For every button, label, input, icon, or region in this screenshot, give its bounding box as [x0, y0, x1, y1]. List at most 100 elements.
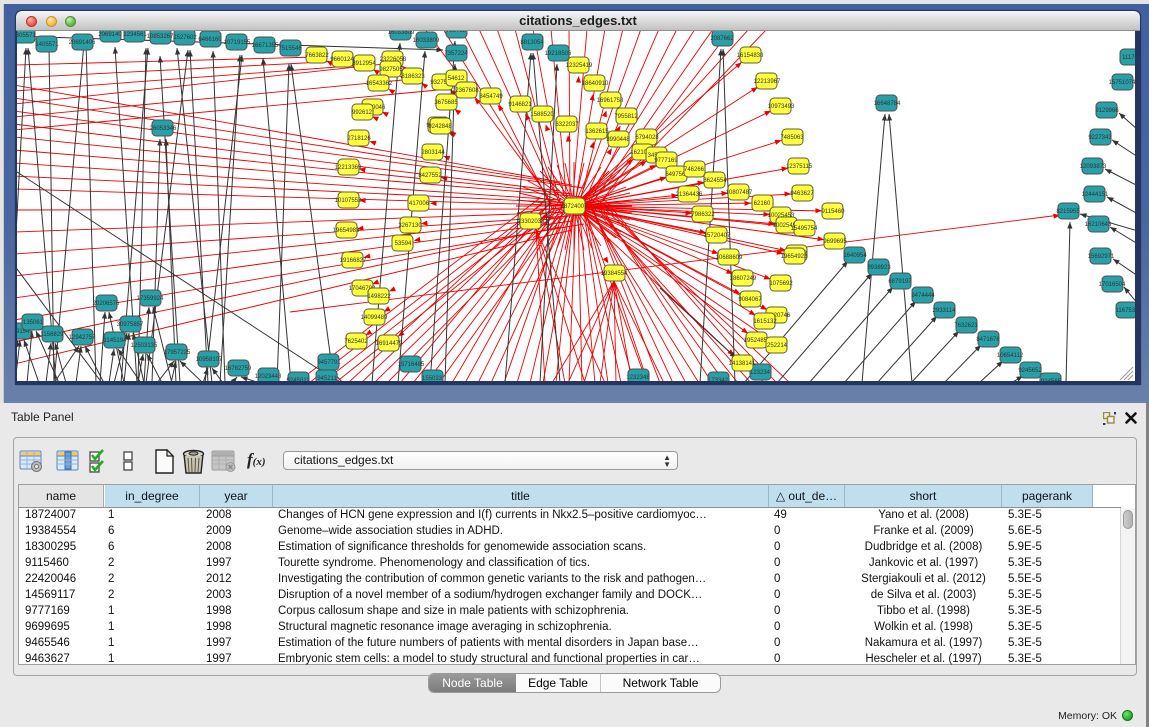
svg-text:9115460: 9115460	[822, 209, 846, 215]
svg-text:9474444: 9474444	[911, 293, 935, 299]
svg-text:16033809: 16033809	[413, 38, 440, 44]
svg-text:12375115: 12375115	[786, 164, 813, 170]
svg-text:252214: 252214	[767, 343, 788, 349]
svg-text:10107552: 10107552	[335, 198, 362, 204]
svg-text:18724007: 18724007	[561, 204, 588, 210]
svg-text:2803144: 2803144	[421, 150, 445, 156]
svg-text:7625402: 7625402	[344, 339, 368, 345]
svg-text:10973493: 10973493	[768, 104, 795, 110]
svg-text:6794028: 6794028	[635, 135, 659, 141]
svg-text:10654112: 10654112	[997, 353, 1024, 359]
svg-text:12213369: 12213369	[335, 165, 362, 171]
svg-text:8813054: 8813054	[520, 40, 544, 46]
svg-text:8454749: 8454749	[479, 94, 503, 100]
svg-text:17957225: 17957225	[164, 350, 191, 356]
svg-text:23302033: 23302033	[518, 219, 545, 225]
svg-text:9245011: 9245011	[287, 378, 311, 381]
svg-text:8215955: 8215955	[1056, 209, 1080, 215]
svg-text:2933114: 2933114	[933, 308, 957, 314]
svg-text:21364436: 21364436	[676, 192, 703, 198]
svg-text:9827505: 9827505	[379, 67, 403, 73]
svg-text:7632621: 7632621	[954, 323, 978, 329]
svg-text:1156829: 1156829	[41, 332, 65, 338]
svg-text:1498222: 1498222	[367, 294, 391, 300]
svg-text:7485063: 7485063	[780, 135, 804, 141]
svg-text:9699695: 9699695	[823, 239, 847, 245]
svg-text:12093873: 12093873	[1080, 164, 1107, 170]
svg-text:9457791: 9457791	[317, 360, 341, 366]
svg-text:6879197: 6879197	[888, 279, 912, 285]
svg-text:8990448: 8990448	[606, 137, 630, 143]
svg-text:1234561: 1234561	[123, 32, 147, 38]
svg-text:10958107: 10958107	[196, 357, 223, 363]
svg-text:15751074: 15751074	[1109, 80, 1135, 86]
svg-text:1588520: 1588520	[530, 112, 554, 118]
svg-text:1640954: 1640954	[843, 253, 867, 259]
svg-text:135061: 135061	[23, 320, 44, 326]
svg-text:10853267: 10853267	[147, 34, 174, 40]
svg-text:16543362: 16543362	[366, 81, 393, 87]
svg-text:417006: 417006	[409, 201, 430, 207]
svg-text:12213967: 12213967	[754, 79, 781, 85]
svg-text:18607249: 18607249	[730, 276, 757, 282]
svg-text:9146821: 9146821	[508, 102, 532, 108]
svg-text:20206576: 20206576	[93, 301, 120, 307]
svg-text:16033809: 16033809	[388, 31, 415, 36]
svg-text:10807487: 10807487	[726, 190, 753, 196]
svg-text:945211: 945211	[317, 376, 337, 381]
svg-text:14099489: 14099489	[361, 315, 388, 321]
svg-text:2718126: 2718126	[347, 136, 371, 142]
svg-text:9227343: 9227343	[1088, 135, 1112, 141]
svg-text:7357224: 7357224	[444, 51, 468, 57]
svg-text:16961758: 16961758	[597, 98, 624, 104]
svg-text:12023448: 12023448	[255, 374, 282, 380]
svg-text:2069140: 2069140	[98, 32, 122, 38]
svg-text:17359924: 17359924	[137, 296, 164, 302]
svg-text:19654923: 19654923	[781, 254, 808, 260]
svg-text:16154838: 16154838	[737, 53, 764, 59]
svg-text:14138141: 14138141	[729, 361, 756, 367]
svg-text:16648784: 16648784	[874, 101, 901, 107]
svg-text:12942757: 12942757	[69, 335, 96, 341]
svg-text:15720407: 15720407	[704, 233, 731, 239]
svg-text:3675685: 3675685	[434, 100, 458, 106]
svg-text:1167533: 1167533	[1116, 308, 1135, 314]
svg-text:746266: 746266	[684, 167, 705, 173]
svg-text:735722: 735722	[446, 31, 467, 34]
svg-text:3267130: 3267130	[398, 223, 422, 229]
svg-text:992612: 992612	[352, 110, 373, 116]
svg-text:155033: 155033	[422, 376, 443, 381]
svg-text:53594: 53594	[395, 241, 412, 247]
svg-text:8186323: 8186323	[401, 74, 425, 80]
svg-text:54612: 54612	[448, 76, 465, 82]
svg-text:9129966: 9129966	[1095, 108, 1119, 114]
svg-text:1145194: 1145194	[104, 338, 128, 344]
svg-text:15495754: 15495754	[791, 226, 818, 232]
svg-text:2305571: 2305571	[17, 33, 36, 39]
svg-text:1527602: 1527602	[173, 35, 197, 41]
svg-text:26053346: 26053346	[150, 126, 177, 132]
svg-text:9245652: 9245652	[1018, 368, 1042, 374]
svg-text:12503135: 12503135	[131, 343, 158, 349]
svg-text:19654983: 19654983	[333, 228, 360, 234]
svg-text:9463627: 9463627	[790, 191, 814, 197]
svg-text:9777169: 9777169	[654, 158, 678, 164]
svg-text:10688609: 10688609	[716, 255, 743, 261]
svg-text:17016504: 17016504	[1099, 282, 1126, 288]
svg-text:30975857: 30975857	[117, 322, 144, 328]
svg-text:173342: 173342	[708, 378, 729, 381]
svg-text:19384554: 19384554	[601, 271, 628, 277]
svg-text:2367608: 2367608	[455, 88, 479, 94]
svg-text:12325419: 12325419	[566, 63, 593, 69]
svg-text:6322037: 6322037	[555, 122, 579, 128]
svg-text:16914479: 16914479	[376, 341, 403, 347]
svg-text:8912954: 8912954	[352, 61, 376, 67]
svg-text:8938923: 8938923	[867, 265, 891, 271]
svg-text:6466160: 6466160	[198, 37, 222, 43]
svg-text:62160: 62160	[754, 201, 771, 207]
svg-text:16671355: 16671355	[252, 43, 279, 49]
svg-text:10719155: 10719155	[224, 40, 251, 46]
svg-text:9660124: 9660124	[330, 57, 354, 63]
svg-text:924565: 924565	[1041, 379, 1062, 381]
svg-text:3624554: 3624554	[703, 178, 727, 184]
